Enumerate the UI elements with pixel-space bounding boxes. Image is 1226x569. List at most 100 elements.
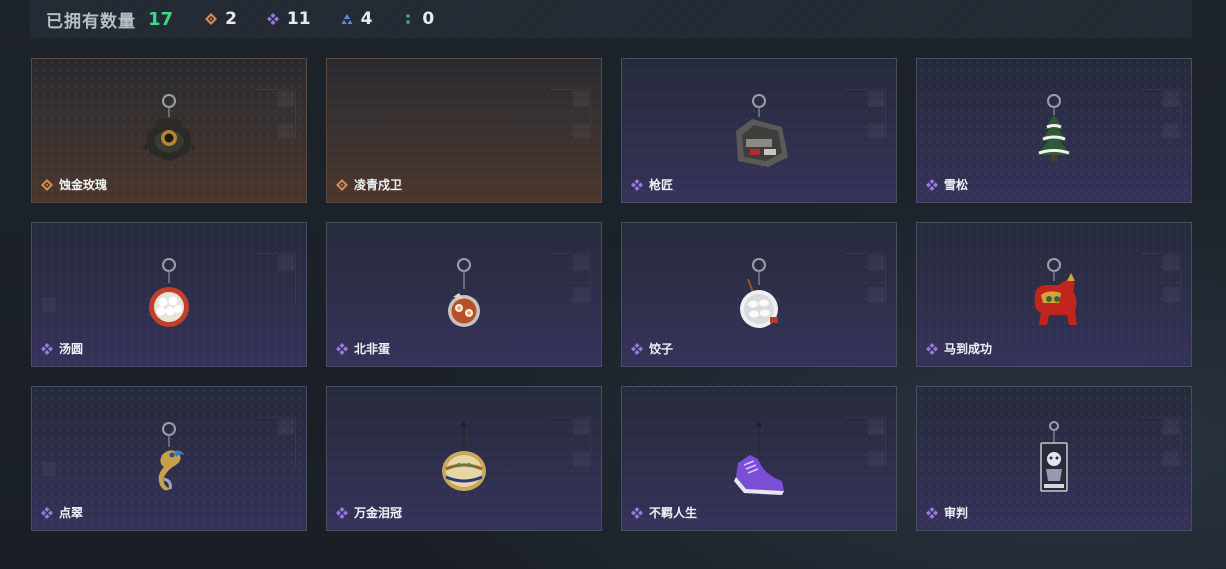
card-footer: 雪松 xyxy=(926,176,968,193)
card-decoration xyxy=(573,255,589,271)
card-decoration xyxy=(278,91,294,107)
gunsmith-charm-icon xyxy=(736,94,788,167)
owned-count-total: 17 xyxy=(148,8,174,30)
card-decoration xyxy=(1163,123,1179,139)
blue-triangle-icon xyxy=(341,14,353,24)
card-decoration xyxy=(1163,451,1179,467)
charm-card[interactable]: 北非蛋 xyxy=(326,222,602,367)
epic-rarity-icon xyxy=(926,178,938,191)
collection-summary-bar: 已拥有数量 17 2 11 4 0 xyxy=(30,0,1192,38)
card-footer: 点翠 xyxy=(41,504,83,521)
epic-rarity-icon xyxy=(41,506,53,519)
sneaker-charm-icon xyxy=(734,422,784,495)
charm-collection-page: 已拥有数量 17 2 11 4 0 蚀金玫瑰 凌青戍卫 枪匠 雪松 汤圆 北非蛋… xyxy=(0,0,1226,569)
charm-name: 不羁人生 xyxy=(649,506,698,520)
charm-name: 雪松 xyxy=(944,178,969,192)
card-decoration xyxy=(278,255,294,271)
green-dots-icon xyxy=(406,14,410,24)
charm-card[interactable]: 点翠 xyxy=(31,386,307,531)
charm-name: 审判 xyxy=(944,506,969,520)
charm-card[interactable]: 雪松 xyxy=(916,58,1192,203)
purple-diamond-icon xyxy=(266,13,279,25)
card-decoration xyxy=(573,287,589,303)
card-decoration xyxy=(1163,419,1179,435)
charm-name: 汤圆 xyxy=(59,342,84,356)
card-footer: 不羁人生 xyxy=(631,504,697,521)
stat-orange: 2 xyxy=(205,9,237,29)
pine-tree-charm-icon xyxy=(1037,94,1071,161)
charm-card[interactable]: 蚀金玫瑰 xyxy=(31,58,307,203)
epic-rarity-icon xyxy=(336,342,348,355)
charm-name: 马到成功 xyxy=(944,342,993,356)
dumpling-plate-charm-icon xyxy=(740,258,778,328)
card-decoration xyxy=(868,91,884,107)
card-decoration xyxy=(868,123,884,139)
card-decoration xyxy=(278,123,294,139)
card-decoration xyxy=(868,287,884,303)
charm-card[interactable]: 枪匠 xyxy=(621,58,897,203)
charm-name: 万金泪冠 xyxy=(354,506,403,520)
card-footer: 北非蛋 xyxy=(336,340,390,357)
charm-name: 凌青戍卫 xyxy=(354,178,403,192)
stat-orange-value: 2 xyxy=(225,9,237,29)
card-decoration xyxy=(573,91,589,107)
shakshuka-charm-icon xyxy=(448,258,480,327)
red-horse-charm-icon xyxy=(1034,258,1077,325)
charm-name: 点翠 xyxy=(59,506,84,520)
card-footer: 蚀金玫瑰 xyxy=(41,176,107,193)
legendary-rarity-icon xyxy=(41,178,53,191)
card-decoration xyxy=(868,419,884,435)
stat-green-value: 0 xyxy=(422,9,435,29)
phoenix-charm-icon xyxy=(158,422,184,491)
card-decoration xyxy=(573,123,589,139)
epic-rarity-icon xyxy=(41,342,53,355)
card-decoration xyxy=(868,255,884,271)
charm-card[interactable]: 汤圆 xyxy=(31,222,307,367)
owned-count-label: 已拥有数量 xyxy=(46,11,136,32)
card-decoration xyxy=(868,451,884,467)
charm-card[interactable]: 凌青戍卫 xyxy=(326,58,602,203)
legendary-rarity-icon xyxy=(336,178,348,191)
epic-rarity-icon xyxy=(631,178,643,191)
stat-green: 0 xyxy=(402,9,434,29)
epic-rarity-icon xyxy=(631,342,643,355)
epic-rarity-icon xyxy=(926,342,938,355)
tangyuan-bowl-charm-icon xyxy=(149,258,189,327)
epic-rarity-icon xyxy=(926,506,938,519)
charm-name: 饺子 xyxy=(649,342,674,356)
stat-purple: 11 xyxy=(266,9,311,29)
golden-crown-charm-icon xyxy=(442,422,486,491)
card-decoration xyxy=(1163,255,1179,271)
stat-purple-value: 11 xyxy=(286,9,311,29)
charm-name: 枪匠 xyxy=(649,178,674,192)
charm-card[interactable]: 饺子 xyxy=(621,222,897,367)
card-decoration xyxy=(42,462,56,476)
rose-charm-icon xyxy=(142,94,196,161)
card-footer: 万金泪冠 xyxy=(336,504,402,521)
judgment-card-charm-icon xyxy=(1040,421,1068,492)
card-decoration xyxy=(573,419,589,435)
card-decoration xyxy=(1163,287,1179,303)
charm-card[interactable]: 马到成功 xyxy=(916,222,1192,367)
charm-grid: 蚀金玫瑰 凌青戍卫 枪匠 雪松 汤圆 北非蛋 饺子 马到成功 点翠 万金泪冠 不… xyxy=(31,58,1192,531)
card-decoration xyxy=(278,419,294,435)
card-footer: 审判 xyxy=(926,504,968,521)
charm-card[interactable]: 审判 xyxy=(916,386,1192,531)
card-decoration xyxy=(42,298,56,312)
card-footer: 枪匠 xyxy=(631,176,673,193)
charm-name: 北非蛋 xyxy=(354,342,391,356)
card-footer: 汤圆 xyxy=(41,340,83,357)
card-footer: 马到成功 xyxy=(926,340,992,357)
charm-card[interactable]: 不羁人生 xyxy=(621,386,897,531)
charm-card[interactable]: 万金泪冠 xyxy=(326,386,602,531)
card-footer: 凌青戍卫 xyxy=(336,176,402,193)
charm-name: 蚀金玫瑰 xyxy=(59,178,108,192)
stat-blue: 4 xyxy=(341,9,373,29)
card-decoration xyxy=(1163,91,1179,107)
orange-diamond-icon xyxy=(205,13,218,25)
epic-rarity-icon xyxy=(336,506,348,519)
stat-blue-value: 4 xyxy=(360,9,373,29)
card-footer: 饺子 xyxy=(631,340,673,357)
epic-rarity-icon xyxy=(631,506,643,519)
card-decoration xyxy=(573,451,589,467)
